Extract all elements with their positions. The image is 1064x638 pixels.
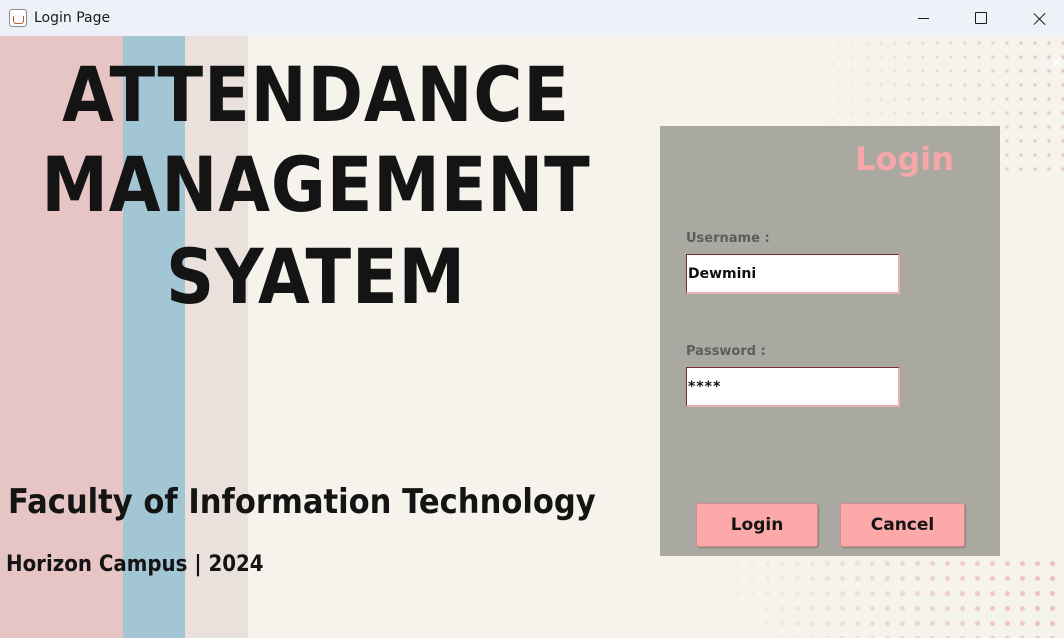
password-input[interactable] [686,367,900,407]
close-button[interactable] [1010,0,1064,36]
login-panel: Login Username : Password : Login Cancel [660,126,1000,556]
login-button[interactable]: Login [696,503,818,547]
title-bar: Login Page [0,0,1064,36]
login-title: Login [854,140,954,178]
minimize-icon [917,17,929,19]
close-icon [1033,12,1046,25]
minimize-button[interactable] [894,0,952,36]
java-cup-icon [9,9,27,27]
headline-line-2: MANAGEMENT [41,140,591,229]
faculty-name: Faculty of Information Technology [8,482,596,522]
password-label: Password : [686,344,766,359]
content-area: × ATTENDANCE MANAGEMENT SYATEM Faculty o… [0,36,1064,638]
campus-year: Horizon Campus | 2024 [6,552,264,577]
window-title: Login Page [34,10,111,26]
username-input[interactable] [686,254,900,294]
username-label: Username : [686,231,770,246]
headline-line-1: ATTENDANCE [62,50,570,139]
maximize-button[interactable] [952,0,1010,36]
maximize-icon [975,12,987,24]
dot-pattern-bottom [700,556,1064,638]
corner-x-mark: × [1050,52,1064,71]
cancel-button[interactable]: Cancel [840,503,965,547]
headline-line-3: SYATEM [166,232,466,321]
login-window: Login Page × ATTENDANCE MANAGEMENT SYATE… [0,0,1064,638]
